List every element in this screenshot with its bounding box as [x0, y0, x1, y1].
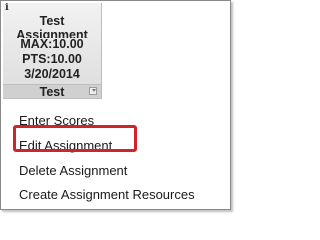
menu-item-edit-assignment[interactable]: Edit Assignment: [19, 138, 112, 154]
sort-icon[interactable]: [89, 87, 97, 95]
info-icon[interactable]: i: [5, 3, 9, 13]
category-label: Test: [39, 85, 65, 99]
category-bar: Test: [3, 84, 101, 99]
menu-item-enter-scores[interactable]: Enter Scores: [19, 113, 94, 129]
assignment-title: Test Assignment: [16, 14, 88, 38]
menu-item-delete-assignment[interactable]: Delete Assignment: [19, 163, 127, 179]
max-points: MAX:10.00: [20, 37, 84, 51]
context-popup: i Test Assignment MAX:10.00 PTS:10.00 3/…: [0, 0, 231, 210]
points-value: PTS:10.00: [22, 52, 82, 66]
assignment-header-cell[interactable]: i Test Assignment MAX:10.00 PTS:10.00 3/…: [3, 3, 102, 99]
due-date: 3/20/2014: [24, 67, 80, 81]
menu-item-create-assignment-resources[interactable]: Create Assignment Resources: [19, 187, 195, 203]
